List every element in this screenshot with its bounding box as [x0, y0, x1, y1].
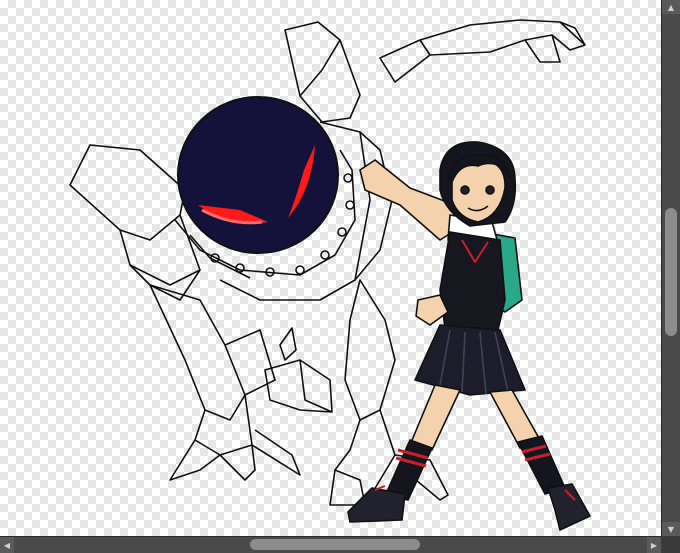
robot-head — [177, 96, 339, 254]
scroll-right-arrow-icon[interactable]: ▶ — [647, 537, 661, 553]
scroll-up-arrow-icon[interactable]: ▲ — [662, 0, 680, 14]
scroll-left-arrow-icon[interactable]: ◀ — [0, 537, 14, 553]
scroll-down-arrow-icon[interactable]: ▼ — [662, 522, 680, 536]
image-canvas[interactable] — [0, 0, 661, 536]
vertical-scrollbar[interactable]: ▲ ▼ — [661, 0, 680, 536]
horizontal-scrollbar[interactable]: ◀ ▶ — [0, 536, 661, 553]
canvas-viewport[interactable]: ▲ ▼ ◀ ▶ — [0, 0, 680, 553]
horizontal-scroll-thumb[interactable] — [250, 539, 420, 550]
vertical-scroll-thumb[interactable] — [665, 208, 677, 336]
scrollbar-corner — [661, 536, 680, 553]
artwork — [69, 19, 591, 531]
